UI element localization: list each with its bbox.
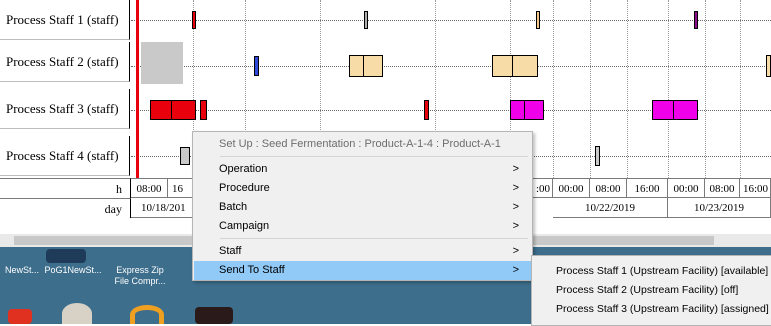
task-divider	[363, 55, 364, 77]
menu-item-label: Procedure	[219, 182, 270, 194]
taskbar-item[interactable]: NewSt...	[2, 265, 42, 276]
row-label-staff-4: Process Staff 4 (staff)	[0, 136, 130, 176]
task-bar[interactable]	[192, 11, 196, 29]
hour-cell: 16:00	[740, 178, 771, 198]
task-bar[interactable]	[510, 100, 544, 120]
task-bar[interactable]	[694, 11, 698, 29]
send-to-staff-submenu: Process Staff 1 (Upstream Facility) [ava…	[531, 255, 771, 326]
submenu-arrow-icon: >	[512, 245, 519, 257]
hour-cell: 08:00	[590, 178, 627, 198]
menu-item-label: Batch	[219, 201, 248, 213]
task-bar[interactable]	[424, 100, 429, 120]
task-bar[interactable]	[200, 100, 207, 120]
hour-scale-label: h	[0, 178, 131, 198]
task-bar[interactable]	[254, 56, 259, 76]
hour-cell: 16	[168, 178, 194, 198]
menu-separator	[220, 238, 528, 239]
menu-item-label: Staff	[219, 245, 242, 257]
task-divider	[673, 100, 674, 120]
unavailable-period	[141, 42, 183, 84]
task-bar[interactable]	[180, 147, 190, 165]
submenu-arrow-icon: >	[512, 264, 519, 276]
taskbar-item[interactable]: Express Zip	[112, 265, 168, 276]
menu-item-label: Send To Staff	[219, 264, 285, 276]
taskbar-thumbnail	[46, 249, 86, 263]
task-bar[interactable]	[364, 11, 368, 29]
context-menu: Set Up : Seed Fermentation : Product-A-1…	[192, 131, 533, 281]
submenu-arrow-icon: >	[512, 201, 519, 213]
submenu-arrow-icon: >	[512, 182, 519, 194]
day-cell: 10/23/2019	[668, 198, 771, 218]
menu-item-label: Operation	[219, 163, 268, 175]
taskbar-item[interactable]: File Compr...	[112, 276, 168, 287]
grid-line	[627, 0, 628, 178]
hour-cell: 08:00	[705, 178, 740, 198]
row-line	[131, 66, 771, 67]
menu-item-send-to-staff[interactable]: Send To Staff >	[194, 261, 531, 280]
task-divider	[171, 100, 172, 120]
row-label-staff-2: Process Staff 2 (staff)	[0, 42, 130, 82]
menu-item-batch[interactable]: Batch >	[194, 198, 531, 217]
day-cell: 10/18/201	[131, 198, 194, 218]
submenu-item-staff-1[interactable]: Process Staff 1 (Upstream Facility) [ava…	[556, 262, 768, 281]
grid-line	[668, 0, 669, 178]
app-icon[interactable]	[8, 309, 32, 324]
row-label-staff-3: Process Staff 3 (staff)	[0, 89, 130, 129]
task-bar[interactable]	[536, 11, 540, 29]
task-bar[interactable]	[150, 100, 196, 120]
grid-line	[590, 0, 591, 178]
row-line	[131, 20, 771, 21]
current-time-marker	[136, 136, 139, 178]
menu-item-label: Campaign	[219, 220, 270, 232]
context-menu-header: Set Up : Seed Fermentation : Product-A-1…	[219, 138, 501, 150]
menu-item-campaign[interactable]: Campaign >	[194, 217, 531, 236]
task-bar[interactable]	[595, 146, 600, 166]
task-divider	[512, 55, 513, 77]
day-scale-label: day	[0, 198, 131, 218]
grid-line	[705, 0, 706, 178]
task-bar[interactable]	[652, 100, 698, 120]
hour-cell: 08:00	[131, 178, 168, 198]
paint-icon[interactable]	[62, 303, 92, 324]
task-bar[interactable]	[349, 55, 383, 77]
row-label-staff-1: Process Staff 1 (staff)	[0, 0, 130, 40]
app-icon[interactable]	[130, 305, 164, 324]
menu-item-procedure[interactable]: Procedure >	[194, 179, 531, 198]
grid-line	[740, 0, 741, 178]
task-bar[interactable]	[766, 55, 771, 77]
submenu-item-staff-2[interactable]: Process Staff 2 (Upstream Facility) [off…	[556, 281, 738, 300]
taskbar-item[interactable]: PoG1NewSt...	[44, 265, 102, 276]
submenu-item-staff-3[interactable]: Process Staff 3 (Upstream Facility) [ass…	[556, 300, 769, 319]
hour-cell: 00:00	[553, 178, 590, 198]
hour-cell: 16:00	[627, 178, 668, 198]
hour-cell: 00:00	[668, 178, 705, 198]
submenu-arrow-icon: >	[512, 163, 519, 175]
menu-item-operation[interactable]: Operation >	[194, 160, 531, 179]
app-icon[interactable]	[195, 307, 233, 324]
grid-line	[553, 0, 554, 178]
menu-separator	[220, 156, 528, 157]
task-divider	[524, 100, 525, 120]
menu-item-staff[interactable]: Staff >	[194, 242, 531, 261]
task-bar[interactable]	[492, 55, 538, 77]
day-cell: 10/22/2019	[553, 198, 668, 218]
submenu-arrow-icon: >	[512, 220, 519, 232]
